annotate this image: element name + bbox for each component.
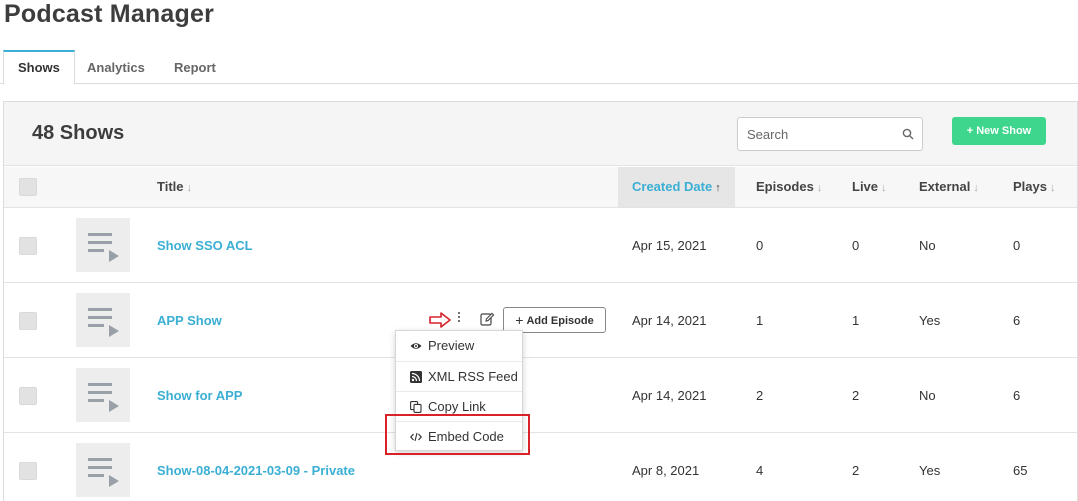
plays-count: 65 xyxy=(1013,463,1028,478)
row-checkbox[interactable] xyxy=(19,387,37,405)
show-title-link[interactable]: Show for APP xyxy=(157,358,242,433)
new-show-button[interactable]: + New Show xyxy=(952,117,1046,145)
table-header: Title ↓ Created Date ↑ Episodes ↓ Live ↓ Ext… xyxy=(4,167,1077,208)
table-row: Show-08-04-2021-03-09 - Private Apr 8, 2… xyxy=(4,433,1077,501)
sort-arrow-icon: ↓ xyxy=(881,182,887,194)
tab-report[interactable]: Report xyxy=(160,51,230,85)
column-plays-label: Plays xyxy=(1013,179,1047,194)
external-value: Yes xyxy=(919,463,941,478)
select-all-checkbox[interactable] xyxy=(19,178,37,196)
plays-count: 6 xyxy=(1013,388,1021,403)
sort-arrow-icon: ↓ xyxy=(973,182,979,194)
column-episodes[interactable]: Episodes ↓ xyxy=(756,167,822,207)
show-thumbnail xyxy=(76,218,130,272)
menu-item-label: XML RSS Feed xyxy=(428,369,518,384)
search-box[interactable] xyxy=(737,117,923,151)
plus-icon: + xyxy=(515,312,524,328)
search-input[interactable] xyxy=(738,118,888,150)
edit-icon[interactable] xyxy=(479,311,495,327)
playlist-icon xyxy=(88,383,119,412)
column-episodes-label: Episodes xyxy=(756,179,814,194)
live-count: 2 xyxy=(852,463,860,478)
copy-icon xyxy=(410,401,422,413)
add-episode-label: Add Episode xyxy=(526,315,594,327)
column-live[interactable]: Live ↓ xyxy=(852,167,887,207)
column-title[interactable]: Title ↓ xyxy=(157,167,192,207)
table-row: APP Show + Add Episode Apr 14, 2021 1 1 Y… xyxy=(4,283,1077,358)
playlist-icon xyxy=(88,458,119,487)
row-checkbox[interactable] xyxy=(19,462,37,480)
tab-bar: Shows Analytics Report xyxy=(0,50,1078,85)
column-external[interactable]: External ↓ xyxy=(919,167,979,207)
show-title-link[interactable]: Show-08-04-2021-03-09 - Private xyxy=(157,433,355,501)
more-options-icon[interactable] xyxy=(454,310,464,330)
live-count: 2 xyxy=(852,388,860,403)
sort-arrow-icon: ↓ xyxy=(1049,182,1056,194)
page-title: Podcast Manager xyxy=(4,0,215,28)
more-options-menu: Preview XML RSS Feed Copy Link Embed Cod… xyxy=(395,330,523,451)
row-checkbox[interactable] xyxy=(19,237,37,255)
menu-item-xml-rss-feed[interactable]: XML RSS Feed xyxy=(396,361,522,391)
code-icon xyxy=(410,432,422,442)
sort-arrow-icon: ↓ xyxy=(186,182,193,194)
live-count: 0 xyxy=(852,238,860,253)
menu-item-label: Embed Code xyxy=(428,429,504,444)
rss-icon xyxy=(410,371,422,383)
table-row: Show SSO ACL Apr 15, 2021 0 0 No 0 xyxy=(4,208,1077,283)
panel-header: 48 Shows + New Show xyxy=(4,102,1077,166)
show-thumbnail xyxy=(76,368,130,422)
red-arrow-annotation-icon xyxy=(429,312,451,328)
menu-item-label: Copy Link xyxy=(428,399,486,414)
column-created-date[interactable]: Created Date ↑ xyxy=(618,167,735,207)
plays-count: 6 xyxy=(1013,313,1021,328)
episodes-count: 2 xyxy=(756,388,764,403)
menu-item-preview[interactable]: Preview xyxy=(396,331,522,361)
playlist-icon xyxy=(88,308,119,337)
external-value: Yes xyxy=(919,313,941,328)
table-row: Show for APP Apr 14, 2021 2 2 No 6 xyxy=(4,358,1077,433)
menu-item-copy-link[interactable]: Copy Link xyxy=(396,391,522,421)
external-value: No xyxy=(919,238,936,253)
shows-count: 48 Shows xyxy=(32,122,125,144)
tab-shows[interactable]: Shows xyxy=(3,50,75,85)
playlist-icon xyxy=(88,233,119,262)
show-title-link[interactable]: Show SSO ACL xyxy=(157,208,253,283)
eye-icon xyxy=(410,343,422,349)
plays-count: 0 xyxy=(1013,238,1021,253)
show-thumbnail xyxy=(76,443,130,497)
created-date: Apr 14, 2021 xyxy=(632,313,707,328)
show-thumbnail xyxy=(76,293,130,347)
row-checkbox[interactable] xyxy=(19,312,37,330)
show-title-link[interactable]: APP Show xyxy=(157,283,222,358)
external-value: No xyxy=(919,388,936,403)
episodes-count: 1 xyxy=(756,313,764,328)
created-date: Apr 14, 2021 xyxy=(632,388,707,403)
episodes-count: 4 xyxy=(756,463,764,478)
sort-arrow-icon: ↓ xyxy=(816,182,823,194)
column-created-date-label: Created Date xyxy=(632,179,713,194)
shows-panel: 48 Shows + New Show Title↓ Created Date↑… xyxy=(3,101,1078,501)
column-external-label: External xyxy=(919,179,971,194)
created-date: Apr 15, 2021 xyxy=(632,238,707,253)
search-icon[interactable] xyxy=(902,128,914,140)
sort-up-icon: ↑ xyxy=(715,182,721,194)
live-count: 1 xyxy=(852,313,860,328)
menu-item-embed-code[interactable]: Embed Code xyxy=(396,421,522,451)
tab-analytics[interactable]: Analytics xyxy=(73,51,159,85)
column-live-label: Live xyxy=(852,179,879,194)
column-title-label: Title xyxy=(157,179,184,194)
menu-item-label: Preview xyxy=(428,338,475,353)
episodes-count: 0 xyxy=(756,238,764,253)
column-plays[interactable]: Plays ↓ xyxy=(1013,167,1055,207)
created-date: Apr 8, 2021 xyxy=(632,463,700,478)
